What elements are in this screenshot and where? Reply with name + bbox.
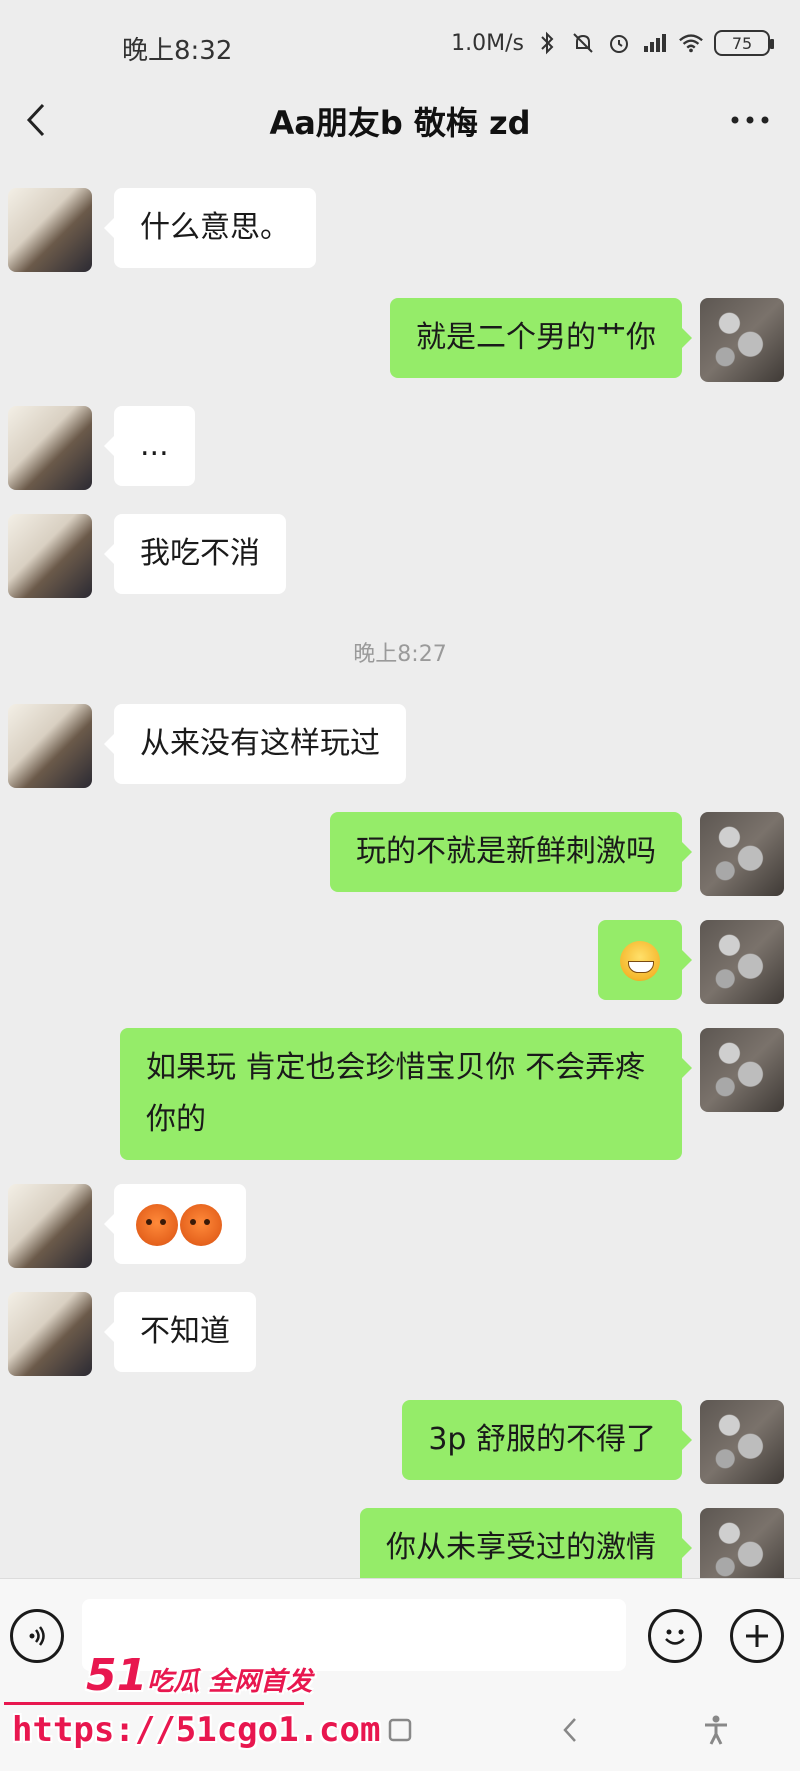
message-bubble[interactable]: 玩的不就是新鲜刺激吗 [330, 812, 692, 892]
grin-emoji-icon [620, 940, 660, 981]
accessibility-button[interactable] [694, 1708, 738, 1752]
alarm-icon [606, 30, 632, 56]
voice-input-button[interactable] [10, 1609, 64, 1663]
message-bubble[interactable]: 不知道 [104, 1292, 256, 1372]
status-icons: 1.0M/s 75 [451, 30, 774, 56]
wifi-icon [678, 30, 704, 56]
self-avatar[interactable] [700, 1028, 784, 1112]
accessibility-icon [705, 1715, 727, 1745]
blush-emoji-icon [136, 1203, 178, 1246]
self-avatar[interactable] [700, 1400, 784, 1484]
self-avatar[interactable] [700, 920, 784, 1004]
emoji-button[interactable] [648, 1609, 702, 1663]
system-navigation-bar [0, 1690, 800, 1771]
self-avatar[interactable] [700, 298, 784, 382]
network-speed: 1.0M/s [451, 30, 524, 56]
mute-icon [570, 30, 596, 56]
plus-icon [746, 1625, 768, 1647]
friend-avatar[interactable] [8, 406, 92, 490]
friend-avatar[interactable] [8, 514, 92, 598]
bluetooth-icon [534, 30, 560, 56]
message-bubble[interactable]: 你从未享受过的激情 [360, 1508, 692, 1578]
self-avatar[interactable] [700, 1508, 784, 1578]
more-actions-button[interactable] [730, 1609, 784, 1663]
message-bubble[interactable]: 如果玩 肯定也会珍惜宝贝你 不会弄疼你的 [120, 1028, 692, 1160]
message-bubble[interactable]: 就是二个男的艹你 [390, 298, 692, 378]
friend-avatar[interactable] [8, 704, 92, 788]
message-bubble[interactable]: 从来没有这样玩过 [104, 704, 406, 784]
message-bubble[interactable]: ... [104, 406, 195, 486]
self-avatar[interactable] [700, 812, 784, 896]
message-bubble[interactable] [104, 1184, 246, 1264]
signal-icon [642, 30, 668, 56]
chevron-left-icon [563, 1718, 576, 1742]
more-dots-icon [731, 116, 769, 124]
message-bubble[interactable] [598, 920, 692, 1000]
status-time: 晚上8:32 [122, 36, 233, 66]
system-back-button[interactable] [548, 1708, 592, 1752]
voice-icon [29, 1626, 45, 1646]
message-bubble[interactable]: 3p 舒服的不得了 [402, 1400, 692, 1480]
chat-title: Aa朋友b 敬梅 zd [269, 104, 531, 142]
message-input[interactable] [82, 1599, 626, 1671]
message-bubble[interactable]: 什么意思。 [104, 188, 316, 268]
friend-avatar[interactable] [8, 1184, 92, 1268]
input-bar [0, 1578, 800, 1690]
square-icon [388, 1718, 412, 1742]
status-bar: 晚上8:32 1.0M/s 75 [0, 0, 800, 80]
message-bubble[interactable]: 我吃不消 [104, 514, 286, 594]
battery-icon: 75 [714, 30, 774, 56]
home-button[interactable] [378, 1708, 422, 1752]
blush-emoji-icon [180, 1203, 222, 1246]
more-button[interactable] [722, 96, 778, 144]
message-timestamp: 晚上8:27 [353, 642, 447, 667]
message-list[interactable]: 什么意思。 就是二个男的艹你 ... 我吃不消 晚上8:27 从来没有这样玩过 … [0, 160, 800, 1578]
friend-avatar[interactable] [8, 1292, 92, 1376]
smiley-icon [665, 1629, 685, 1645]
friend-avatar[interactable] [8, 188, 92, 272]
chat-header: Aa朋友b 敬梅 zd [0, 80, 800, 160]
